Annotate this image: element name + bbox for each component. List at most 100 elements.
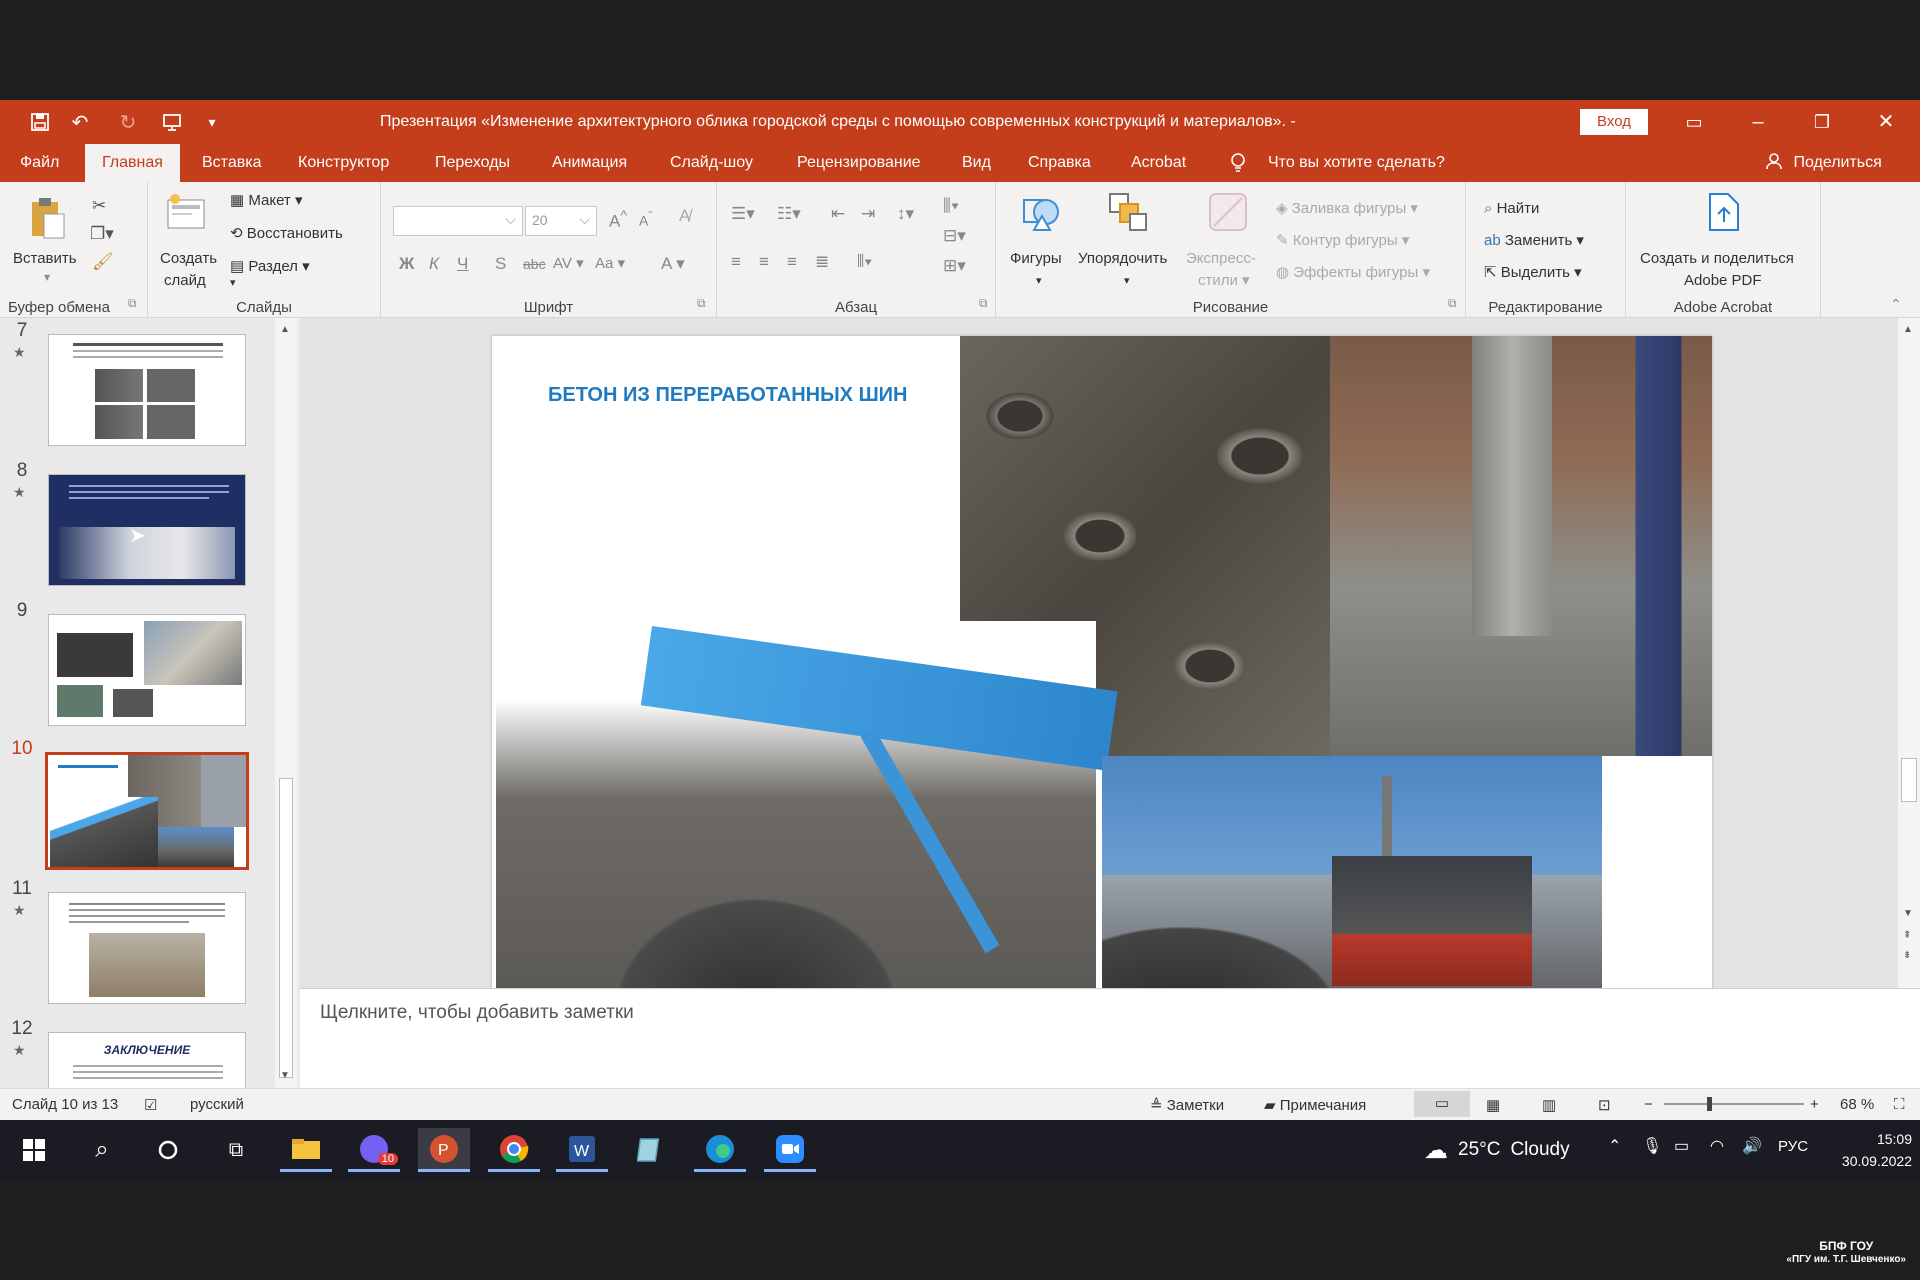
columns-icon[interactable]: ⫴▾	[857, 252, 872, 272]
slide-scrollbar[interactable]: ▲ ▼ ⇞ ⇟	[1898, 318, 1920, 988]
thumbnail-slide-12[interactable]: ЗАКЛЮЧЕНИЕ	[48, 1032, 246, 1088]
create-pdf-icon[interactable]	[1706, 192, 1746, 232]
thumbnail-slide-7[interactable]	[48, 334, 246, 446]
cortana-icon[interactable]	[142, 1128, 194, 1172]
slideshow-view-icon[interactable]: ⊡	[1598, 1096, 1611, 1114]
new-slide-button[interactable]: Создать	[160, 250, 217, 268]
windows-start-icon[interactable]	[8, 1128, 60, 1172]
scroll-up-icon[interactable]: ▲	[280, 324, 290, 335]
bullets-icon[interactable]: ☰▾	[731, 204, 755, 224]
zoom-in-icon[interactable]: +	[1810, 1096, 1819, 1113]
underline-button[interactable]: Ч	[457, 254, 468, 274]
select-button[interactable]: ⇱ Выделить ▾	[1484, 264, 1582, 282]
tab-slideshow[interactable]: Слайд-шоу	[670, 144, 753, 182]
file-explorer-icon[interactable]	[280, 1128, 332, 1172]
close-icon[interactable]: ✕	[1856, 100, 1916, 144]
show-hidden-icons-icon[interactable]: ⌃	[1608, 1136, 1621, 1156]
tab-home[interactable]: Главная	[85, 144, 180, 182]
clear-formatting-icon[interactable]: A̸	[679, 206, 690, 226]
align-right-icon[interactable]: ≡	[787, 252, 797, 272]
shapes-button[interactable]: Фигуры	[1010, 250, 1062, 268]
align-left-icon[interactable]: ≡	[731, 252, 741, 272]
grow-font-icon[interactable]: A^	[609, 208, 627, 232]
shapes-icon[interactable]	[1020, 190, 1060, 231]
layout-button[interactable]: ▦ Макет ▾	[230, 192, 303, 210]
edge-icon[interactable]	[694, 1128, 746, 1172]
spelling-check-icon[interactable]: ☑	[144, 1096, 157, 1114]
tab-insert[interactable]: Вставка	[202, 144, 261, 182]
thumbnails-scrollbar[interactable]: ▲ ▼	[275, 318, 297, 1088]
sign-in-button[interactable]: Вход	[1580, 109, 1648, 135]
tab-animations[interactable]: Анимация	[552, 144, 627, 182]
input-language[interactable]: РУС	[1778, 1138, 1808, 1155]
tab-view[interactable]: Вид	[962, 144, 991, 182]
minimize-icon[interactable]: –	[1728, 100, 1788, 144]
save-icon[interactable]	[22, 100, 58, 144]
slide-title[interactable]: БЕТОН ИЗ ПЕРЕРАБОТАННЫХ ШИН	[548, 384, 907, 407]
zoom-level[interactable]: 68 %	[1840, 1096, 1874, 1113]
restore-icon[interactable]: ❐	[1792, 100, 1852, 144]
increase-indent-icon[interactable]: ⇥	[861, 204, 875, 224]
font-size-field[interactable]: 20 ⌵	[525, 206, 597, 236]
tab-review[interactable]: Рецензирование	[797, 144, 921, 182]
tab-acrobat[interactable]: Acrobat	[1131, 144, 1186, 182]
collapse-ribbon-icon[interactable]: ⌃	[1890, 296, 1902, 313]
zoom-slider-thumb[interactable]	[1707, 1097, 1713, 1111]
redo-icon[interactable]: ↻	[110, 100, 146, 144]
undo-icon[interactable]: ↶	[62, 100, 98, 144]
viber-icon[interactable]: 10	[348, 1128, 400, 1172]
notes-pane[interactable]: Щелкните, чтобы добавить заметки	[300, 988, 1920, 1036]
align-text-icon[interactable]: ⊟▾	[943, 226, 966, 246]
shape-fill-button[interactable]: ◈ Заливка фигуры ▾	[1276, 200, 1418, 218]
present-from-beginning-icon[interactable]	[154, 100, 190, 144]
character-spacing-button[interactable]: AV ▾	[553, 254, 584, 272]
tell-me-search[interactable]: Что вы хотите сделать?	[1268, 144, 1445, 182]
change-case-button[interactable]: Aa ▾	[595, 254, 625, 272]
smartart-icon[interactable]: ⊞▾	[943, 256, 966, 276]
cut-icon[interactable]: ✂	[92, 196, 106, 216]
text-direction-icon[interactable]: ⫼▾	[943, 196, 959, 216]
thumbnail-slide-9[interactable]	[48, 614, 246, 726]
scroll-up-icon[interactable]: ▲	[1903, 324, 1913, 335]
align-center-icon[interactable]: ≡	[759, 252, 769, 272]
format-painter-icon[interactable]: 🖌	[92, 252, 114, 272]
line-spacing-icon[interactable]: ↕▾	[897, 204, 914, 224]
font-name-field[interactable]: ⌵	[393, 206, 523, 236]
thumbnail-slide-10[interactable]	[45, 752, 249, 870]
quick-styles-label-2[interactable]: стили ▾	[1198, 272, 1250, 290]
volume-icon[interactable]: 🔊	[1742, 1136, 1762, 1156]
scroll-down-icon[interactable]: ▼	[280, 1070, 290, 1081]
thumbnail-slide-11[interactable]	[48, 892, 246, 1004]
ribbon-display-options-icon[interactable]: ▭	[1664, 100, 1724, 144]
arrange-button[interactable]: Упорядочить	[1078, 250, 1167, 268]
new-slide-label-2[interactable]: слайд	[164, 272, 206, 290]
wifi-icon[interactable]: ◠	[1710, 1136, 1724, 1156]
zoom-app-icon[interactable]	[764, 1128, 816, 1172]
new-slide-dropdown-icon[interactable]: ▾	[230, 274, 236, 292]
shape-outline-button[interactable]: ✎ Контур фигуры ▾	[1276, 232, 1409, 250]
notes-toggle[interactable]: ≜ Заметки	[1150, 1096, 1224, 1114]
find-button[interactable]: ⌕ Найти	[1484, 200, 1539, 218]
battery-icon[interactable]: ▭	[1674, 1136, 1689, 1156]
new-slide-icon[interactable]	[166, 194, 206, 234]
previous-slide-icon[interactable]: ⇞	[1903, 930, 1911, 941]
section-button[interactable]: ▤ Раздел ▾	[230, 258, 310, 276]
scrollbar-thumb[interactable]	[279, 778, 293, 1078]
paste-button[interactable]: Вставить	[13, 250, 77, 268]
strikethrough-button[interactable]: abc	[523, 256, 546, 272]
numbering-icon[interactable]: ☷▾	[777, 204, 801, 224]
create-share-pdf-label-2[interactable]: Adobe PDF	[1684, 272, 1762, 290]
weather-widget[interactable]: ☁ 25°C Cloudy	[1424, 1120, 1570, 1180]
arrange-icon[interactable]	[1106, 190, 1147, 231]
italic-button[interactable]: К	[429, 254, 439, 274]
microphone-icon[interactable]: 🎙	[1642, 1136, 1662, 1156]
share-button[interactable]: Поделиться	[1765, 144, 1882, 182]
shape-effects-button[interactable]: ◍ Эффекты фигуры ▾	[1276, 264, 1430, 282]
tab-transitions[interactable]: Переходы	[435, 144, 510, 182]
bold-button[interactable]: Ж	[399, 254, 414, 274]
scroll-down-icon[interactable]: ▼	[1903, 908, 1913, 919]
shapes-dropdown-icon[interactable]: ▾	[1036, 272, 1042, 290]
zoom-out-icon[interactable]: −	[1644, 1096, 1653, 1113]
reset-button[interactable]: ⟲ Восстановить	[230, 225, 343, 243]
thumbnail-slide-8[interactable]: ➤	[48, 474, 246, 586]
